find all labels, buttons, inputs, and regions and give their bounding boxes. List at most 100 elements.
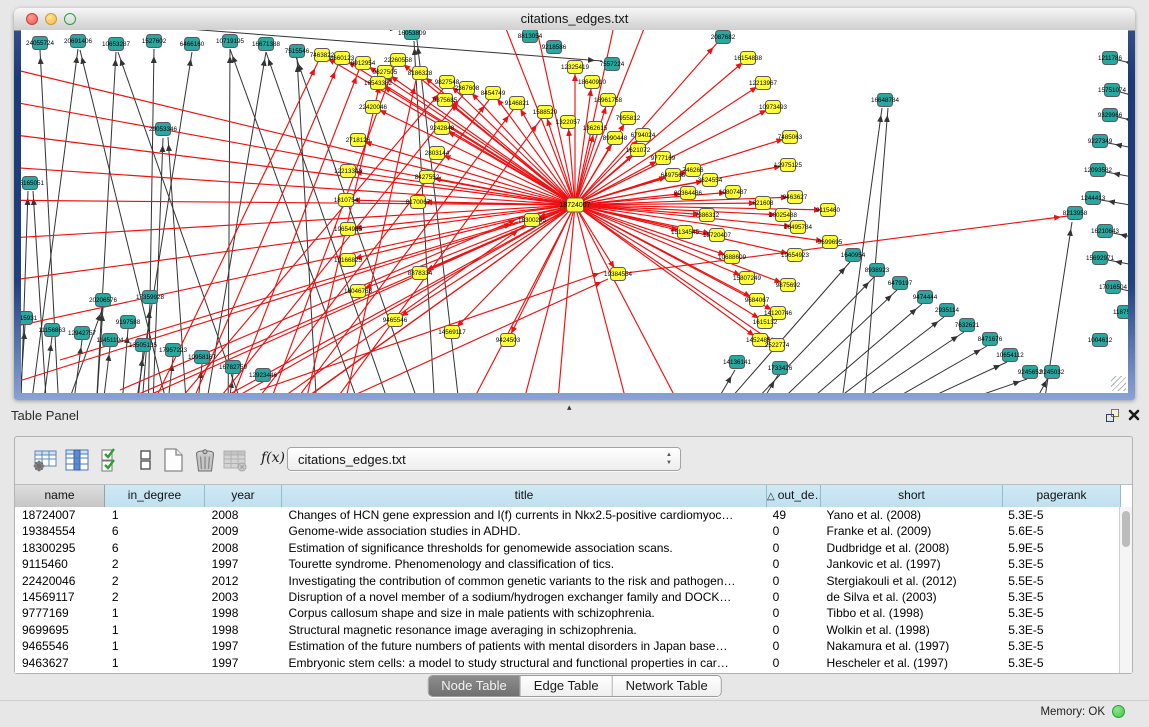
- table-row[interactable]: 969969511998Structural magnetic resonanc…: [15, 622, 1119, 638]
- table-row[interactable]: 1938455462009Genome-wide association stu…: [15, 523, 1119, 539]
- graph-node[interactable]: 11156863: [38, 324, 66, 337]
- graph-node[interactable]: 12213967: [749, 77, 778, 90]
- delete-trash-icon[interactable]: [191, 446, 219, 474]
- graph-node[interactable]: 17359928: [136, 291, 165, 304]
- graph-node[interactable]: 9227349: [1088, 135, 1113, 148]
- graph-node[interactable]: 8213958: [1063, 207, 1088, 220]
- graph-node[interactable]: 8938923: [865, 264, 890, 277]
- citation-network-graph[interactable]: 2405572420691406106532871527602646616010…: [21, 30, 1128, 393]
- table-settings-icon[interactable]: [31, 446, 59, 474]
- graph-node[interactable]: 8990448: [603, 132, 628, 145]
- graph-node[interactable]: 6479197: [888, 277, 913, 290]
- graph-node[interactable]: 9329966: [1098, 109, 1123, 122]
- splitter-collapse-icon[interactable]: ▴: [567, 402, 572, 413]
- graph-node[interactable]: 8170067: [406, 196, 431, 209]
- graph-node[interactable]: 9218586: [542, 41, 567, 54]
- graph-node[interactable]: 746266: [682, 164, 704, 177]
- window-resize-grip[interactable]: [1111, 376, 1126, 391]
- table-row[interactable]: 911546021997Tourette syndrome. Phenomeno…: [15, 556, 1119, 572]
- graph-node[interactable]: 12975125: [774, 159, 803, 172]
- column-header-out_de[interactable]: △out_de…: [767, 485, 821, 507]
- graph-node[interactable]: 7955812: [616, 112, 641, 125]
- graph-node[interactable]: 10807487: [719, 186, 748, 199]
- graph-node[interactable]: 8471676: [978, 333, 1003, 346]
- graph-node[interactable]: 9375685: [433, 94, 458, 107]
- graph-node[interactable]: 25165051: [21, 177, 44, 190]
- table-selector-dropdown[interactable]: citations_edges.txt ▲▼: [287, 447, 681, 471]
- graph-node[interactable]: 16671388: [252, 38, 281, 51]
- graph-node[interactable]: 16495784: [784, 221, 813, 234]
- graph-node[interactable]: 1640954: [841, 249, 866, 262]
- column-header-name[interactable]: name: [15, 485, 105, 507]
- graph-node[interactable]: 8454749: [481, 87, 506, 100]
- graph-node[interactable]: 7515546: [285, 45, 310, 58]
- graph-node[interactable]: 9245032: [1040, 366, 1065, 379]
- column-header-pagerank[interactable]: pagerank: [1003, 485, 1121, 507]
- graph-node[interactable]: 1733426: [768, 362, 793, 375]
- graph-node[interactable]: 16053809: [398, 30, 427, 40]
- table-row[interactable]: 1830029562008Estimation of significance …: [15, 540, 1119, 556]
- graph-node[interactable]: 2803144: [425, 147, 450, 160]
- graph-node[interactable]: 9463627: [783, 191, 808, 204]
- graph-node[interactable]: 14136141: [723, 356, 752, 369]
- table-row[interactable]: 1456911722003Disruption of a novel membe…: [15, 589, 1119, 605]
- graph-node[interactable]: 1187533: [1113, 306, 1128, 319]
- close-panel-icon[interactable]: [1127, 408, 1141, 422]
- graph-node[interactable]: 10025488: [769, 209, 798, 222]
- table-scrollbar[interactable]: [1119, 507, 1132, 673]
- graph-node[interactable]: 2935114: [935, 304, 960, 317]
- graph-node[interactable]: 9699695: [818, 236, 843, 249]
- column-header-short[interactable]: short: [821, 485, 1003, 507]
- graph-node[interactable]: 8186328: [408, 67, 433, 80]
- graph-node[interactable]: 12093582: [1084, 164, 1113, 177]
- graph-node[interactable]: 7557224: [600, 58, 625, 71]
- graph-node[interactable]: 8912954: [351, 57, 376, 70]
- table-row[interactable]: 1872400712008Changes of HCN gene express…: [15, 507, 1119, 523]
- graph-node[interactable]: 9875692: [776, 279, 801, 292]
- graph-node[interactable]: 621608: [752, 197, 774, 210]
- graph-node[interactable]: 3624554: [698, 174, 723, 187]
- graph-node[interactable]: 1621072: [626, 144, 651, 157]
- tab-edge-table[interactable]: Edge Table: [521, 676, 613, 696]
- graph-node[interactable]: 1004612: [1088, 334, 1113, 347]
- table-row[interactable]: 977716911998Corpus callosum shape and si…: [15, 605, 1119, 621]
- table-header-row[interactable]: namein_degreeyeartitle△out_de…shortpager…: [15, 485, 1132, 508]
- graph-node[interactable]: 6466160: [180, 38, 205, 51]
- graph-node[interactable]: 16210643: [1091, 225, 1120, 238]
- select-columns-icon[interactable]: [97, 446, 125, 474]
- graph-node[interactable]: 16648784: [871, 94, 900, 107]
- graph-node[interactable]: 15751074: [1098, 84, 1127, 97]
- new-document-icon[interactable]: [159, 446, 187, 474]
- table-body[interactable]: 1872400712008Changes of HCN gene express…: [15, 507, 1119, 673]
- table-row[interactable]: 946362711997Embryonic stem cells: a mode…: [15, 655, 1119, 671]
- graph-node[interactable]: 9474444: [913, 291, 938, 304]
- graph-node[interactable]: 10653287: [102, 38, 131, 51]
- window-titlebar[interactable]: citations_edges.txt: [14, 8, 1135, 31]
- show-column-icon[interactable]: [63, 446, 91, 474]
- graph-node[interactable]: 10654112: [996, 349, 1024, 362]
- column-header-year[interactable]: year: [205, 485, 282, 507]
- graph-node[interactable]: 9115460: [816, 204, 841, 217]
- graph-node[interactable]: 3915931: [21, 312, 38, 325]
- graph-node[interactable]: 15692971: [1086, 252, 1115, 265]
- table-row[interactable]: 2242004622012Investigating the contribut…: [15, 573, 1119, 589]
- graph-node[interactable]: 9465546: [383, 314, 408, 327]
- graph-node[interactable]: 10688609: [718, 251, 747, 264]
- graph-node[interactable]: 9424503: [496, 334, 521, 347]
- graph-node[interactable]: 2718126: [346, 134, 371, 147]
- graph-node[interactable]: 12325419: [561, 61, 590, 74]
- graph-node[interactable]: 22260558: [384, 54, 413, 67]
- graph-node[interactable]: 9146821: [505, 97, 530, 110]
- scrollbar-thumb[interactable]: [1122, 511, 1130, 547]
- graph-node[interactable]: 10719195: [216, 35, 245, 48]
- graph-node[interactable]: 20364486: [674, 187, 703, 200]
- graph-node[interactable]: 20691406: [64, 35, 93, 48]
- graph-node[interactable]: 1527602: [142, 35, 167, 48]
- graph-node[interactable]: 9197588: [116, 316, 141, 329]
- column-header-title[interactable]: title: [282, 485, 767, 507]
- column-header-in_degree[interactable]: in_degree: [105, 485, 205, 507]
- table-type-segmented-control[interactable]: Node TableEdge TableNetwork Table: [427, 675, 722, 697]
- graph-node[interactable]: 1810754: [334, 194, 359, 207]
- graph-node[interactable]: 2087682: [711, 31, 736, 44]
- network-canvas[interactable]: 2405572420691406106532871527602646616010…: [21, 30, 1128, 393]
